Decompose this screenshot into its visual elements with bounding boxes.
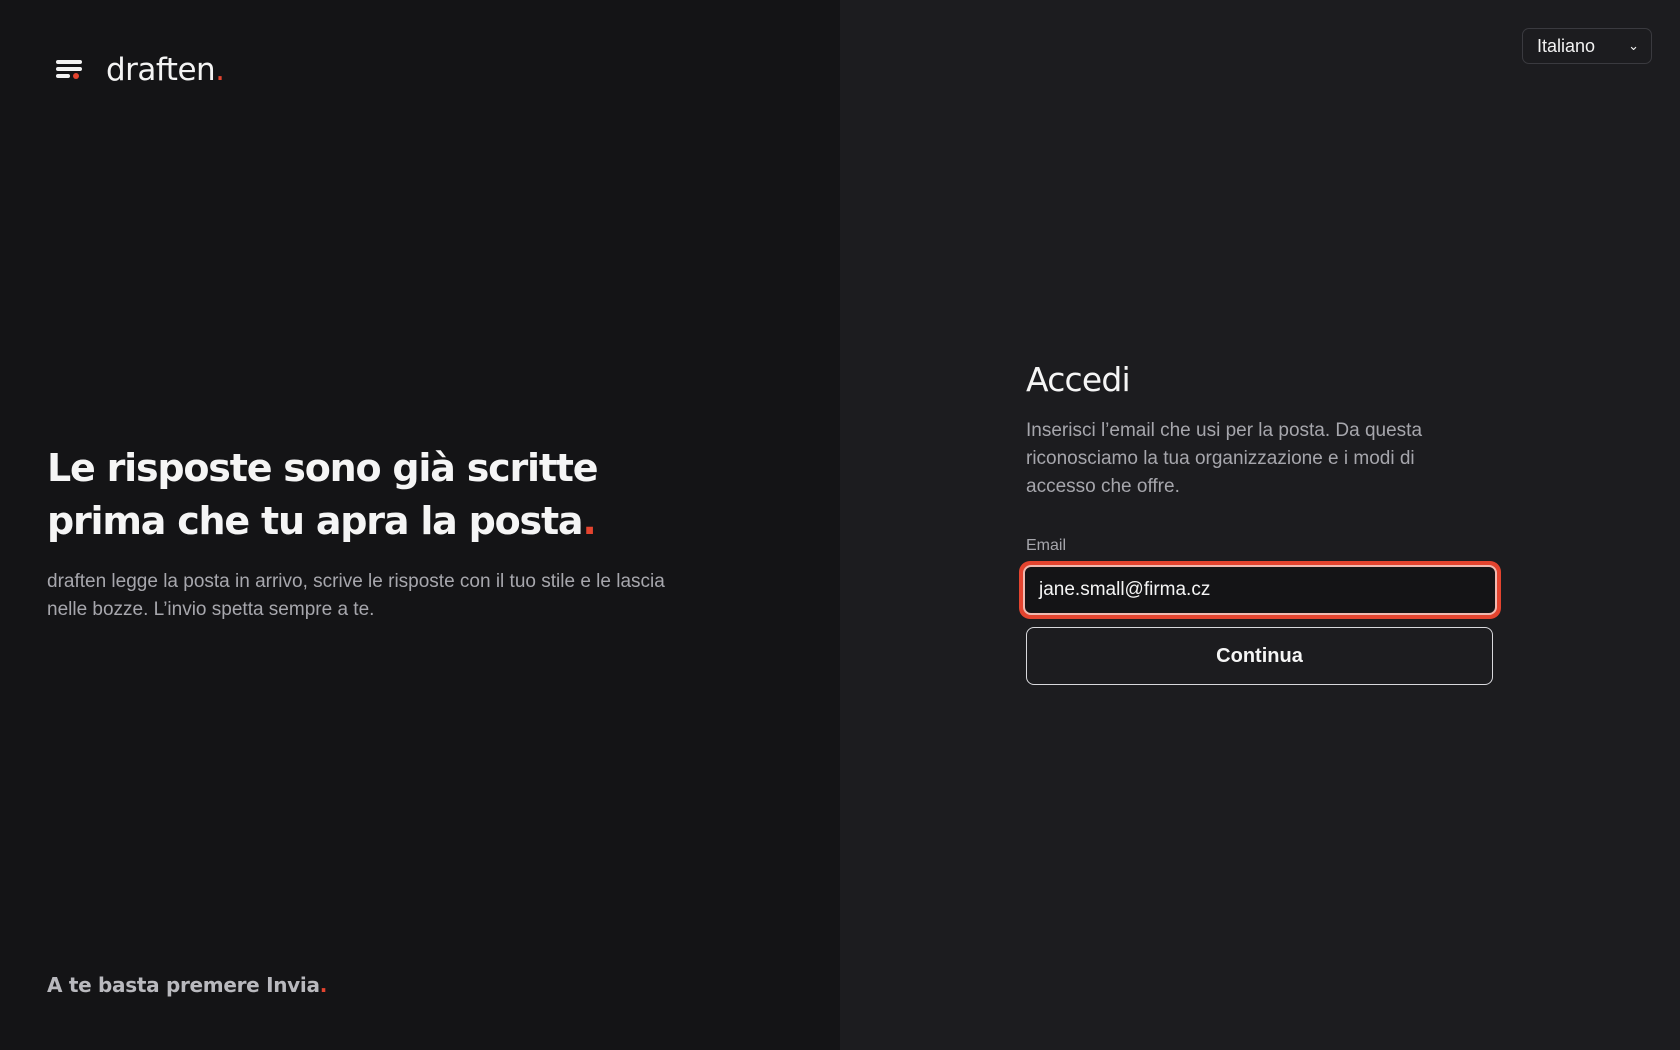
- chevron-down-icon: ⌄: [1628, 38, 1639, 53]
- hero: Le risposte sono già scritte prima che t…: [47, 442, 687, 624]
- email-label: Email: [1026, 537, 1067, 554]
- footer-tagline: A te basta premere Invia.: [47, 973, 327, 997]
- login-page: draften. Le risposte sono già scritte pr…: [0, 0, 1680, 1050]
- brand-logo[interactable]: draften.: [56, 52, 225, 88]
- language-selected-value: Italiano: [1537, 35, 1596, 56]
- draften-logo-icon: [56, 58, 84, 82]
- login-title: Accedi: [1026, 360, 1131, 399]
- hero-subtitle: draften legge la posta in arrivo, scrive…: [47, 571, 665, 620]
- login-form: Accedi Inserisci l’email che usi per la …: [1019, 360, 1501, 685]
- email-field-focus-ring: jane.small@firma.cz: [1019, 561, 1501, 619]
- language-select[interactable]: Italiano ⌄: [1522, 28, 1652, 64]
- login-description: Inserisci l’email che usi per la posta. …: [1026, 420, 1423, 497]
- login-panel: Italiano ⌄ Accedi Inserisci l’email che …: [840, 0, 1680, 1050]
- hero-title: Le risposte sono già scritte prima che t…: [47, 446, 599, 543]
- email-field[interactable]: jane.small@firma.cz: [1023, 565, 1497, 615]
- brand-name: draften.: [106, 52, 225, 88]
- continue-button[interactable]: Continua: [1026, 627, 1493, 685]
- marketing-panel: draften. Le risposte sono già scritte pr…: [0, 0, 840, 1050]
